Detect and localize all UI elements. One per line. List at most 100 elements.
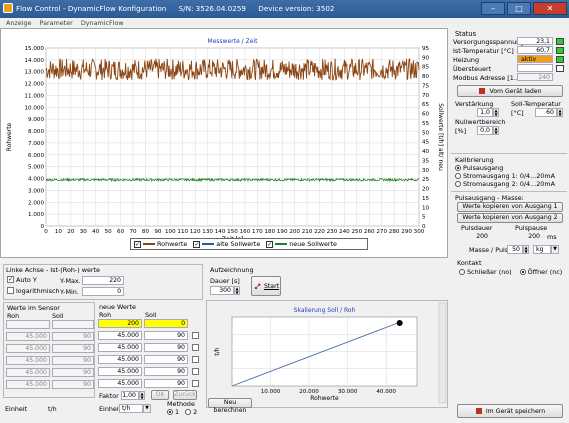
- row-select-checkbox[interactable]: [192, 332, 199, 339]
- mass-spinner[interactable]: ▲ ▼: [523, 245, 529, 254]
- contact-nc-radio[interactable]: [519, 269, 526, 275]
- x-tick-label: 140: [215, 229, 226, 235]
- new-soll-input[interactable]: 90: [144, 331, 188, 340]
- target-temp-input[interactable]: 60: [535, 108, 557, 117]
- new-soll-input[interactable]: 90: [144, 343, 188, 352]
- method-1-radio[interactable]: [167, 409, 173, 415]
- new-roh-input[interactable]: 200: [98, 319, 142, 328]
- chart-title: Messwerte / Zeit: [208, 38, 259, 45]
- mass-per-pulse-input[interactable]: 50: [507, 245, 523, 254]
- ymax-input[interactable]: 220: [82, 276, 124, 285]
- calibration-radio[interactable]: [455, 173, 461, 179]
- status-led-icon: [556, 47, 564, 54]
- y2-tick-label: 10: [422, 205, 430, 211]
- method-2-radio[interactable]: [185, 409, 192, 415]
- new-soll-input[interactable]: 90: [144, 355, 188, 364]
- factor-input[interactable]: 1,00: [121, 391, 139, 400]
- sensor-values-panel: Werte im Sensor Roh Soll 45.000 90 45.000 9…: [3, 302, 95, 398]
- window-title-version: Device version: 3502: [258, 4, 335, 13]
- calibration-option[interactable]: Stromausgang 2: 0/4...20mA: [455, 180, 555, 188]
- target-temp-spinner[interactable]: ▲ ▼: [557, 108, 563, 117]
- x-tick-label: 150: [227, 229, 238, 235]
- new-col-roh: Roh: [99, 311, 112, 319]
- scaling-scrollbar[interactable]: [438, 302, 447, 404]
- row-select-checkbox[interactable]: [192, 368, 199, 375]
- scaling-y-axis-label: t/h: [214, 347, 221, 355]
- mass-unit-dropdown-icon[interactable]: ▼: [551, 245, 559, 254]
- sensor-roh-cell: 45.000: [6, 356, 50, 365]
- new-col-soll: Soll: [145, 311, 157, 319]
- y-tick-label: 3.000: [28, 188, 44, 194]
- sensor-col-roh: Roh: [7, 312, 20, 320]
- unit-dropdown-icon[interactable]: ▼: [143, 404, 151, 413]
- calibration-option-label: Stromausgang 2: 0/4...20mA: [463, 180, 555, 188]
- calibration-radio[interactable]: [455, 165, 461, 171]
- row-select-checkbox[interactable]: [192, 380, 199, 387]
- new-soll-input[interactable]: 90: [144, 379, 188, 388]
- menu-bar: Anzeige Parameter DynamicFlow: [0, 18, 569, 28]
- calibration-option[interactable]: Pulsausgang: [455, 164, 503, 172]
- new-roh-input[interactable]: 45.000: [98, 331, 142, 340]
- menu-parameter[interactable]: Parameter: [40, 18, 73, 28]
- measurement-chart-panel: 0 10 20 30 40 50 60 70 80 90 100 110 120 130 140 150 160…: [0, 28, 448, 258]
- load-from-device-button[interactable]: Vom Gerät laden: [457, 85, 563, 97]
- duration-label: Dauer [s]: [210, 277, 240, 285]
- x-tick-label: 230: [327, 229, 338, 235]
- copy-output-2-button[interactable]: Werte kopieren von Ausgang 2: [457, 213, 563, 223]
- new-roh-input[interactable]: 45.000: [98, 355, 142, 364]
- new-soll-input[interactable]: 90: [144, 367, 188, 376]
- y-tick-label: 2.000: [28, 200, 44, 206]
- unit-select[interactable]: t/h: [119, 404, 143, 413]
- copy-output-1-button[interactable]: Werte kopieren von Ausgang 1: [457, 202, 563, 212]
- pulse-duration-input[interactable]: 200: [457, 232, 491, 241]
- factor-spinner[interactable]: ▲ ▼: [139, 391, 145, 400]
- mass-unit-select[interactable]: kg: [533, 245, 551, 254]
- auto-y-checkbox[interactable]: ✓: [7, 276, 14, 283]
- menu-anzeige[interactable]: Anzeige: [6, 18, 31, 28]
- y2-tick-label: 50: [422, 130, 430, 136]
- pulse-pause-input[interactable]: 200: [509, 232, 543, 241]
- status-led-icon: [556, 65, 564, 72]
- sensor-roh-cell: [6, 320, 50, 329]
- contact-no-radio[interactable]: [459, 269, 465, 275]
- new-roh-input[interactable]: 45.000: [98, 367, 142, 376]
- calibration-radio[interactable]: [455, 181, 461, 187]
- legend-checkbox-icon[interactable]: ✓: [134, 240, 141, 248]
- ymin-input[interactable]: 0: [82, 287, 124, 296]
- menu-dynamicflow[interactable]: DynamicFlow: [81, 18, 124, 28]
- back-button[interactable]: Zurück: [173, 390, 197, 400]
- sensor-roh-cell: 45.000: [6, 344, 50, 353]
- load-from-device-label: Vom Gerät laden: [489, 87, 542, 95]
- duration-spinner[interactable]: ▲ ▼: [234, 286, 240, 295]
- minimize-button[interactable]: –: [481, 2, 505, 15]
- ok-button[interactable]: OK: [151, 390, 169, 400]
- legend-item-alte-sollwerte[interactable]: ✓ alte Sollwerte: [193, 240, 260, 248]
- save-to-device-button[interactable]: Im Gerät speichern: [457, 404, 563, 418]
- new-soll-input[interactable]: 0: [144, 319, 188, 328]
- duration-input[interactable]: 300: [210, 286, 234, 295]
- gain-input[interactable]: 1,0: [477, 108, 493, 117]
- row-select-checkbox[interactable]: [192, 356, 199, 363]
- legend-item-rohwerte[interactable]: ✓ Rohwerte: [134, 240, 187, 248]
- x-tick-label: 40: [92, 229, 100, 235]
- legend-item-neue-sollwerte[interactable]: ✓ neue Sollwerte: [266, 240, 337, 248]
- legend-label: neue Sollwerte: [289, 240, 337, 248]
- log-checkbox[interactable]: [7, 287, 14, 294]
- gain-label: Verstärkung: [455, 100, 494, 108]
- new-roh-input[interactable]: 45.000: [98, 379, 142, 388]
- start-button[interactable]: Start: [251, 276, 281, 296]
- y-axis-label: Rohwerte: [6, 122, 13, 151]
- zero-range-input[interactable]: 0,0: [477, 126, 493, 135]
- row-select-checkbox[interactable]: [192, 344, 199, 351]
- maximize-button[interactable]: □: [507, 2, 531, 15]
- close-button[interactable]: ✕: [533, 2, 567, 15]
- recalculate-button[interactable]: Neu berechnen: [208, 398, 252, 414]
- calibration-option[interactable]: Stromausgang 1: 0/4...20mA: [455, 172, 555, 180]
- legend-checkbox-icon[interactable]: ✓: [266, 240, 274, 248]
- legend-checkbox-icon[interactable]: ✓: [193, 240, 201, 248]
- gain-spinner[interactable]: ▲ ▼: [493, 108, 499, 117]
- x-tick-label: 200: [289, 229, 300, 235]
- zero-range-spinner[interactable]: ▲ ▼: [493, 126, 499, 135]
- new-roh-input[interactable]: 45.000: [98, 343, 142, 352]
- x-tick-label: 120: [190, 229, 201, 235]
